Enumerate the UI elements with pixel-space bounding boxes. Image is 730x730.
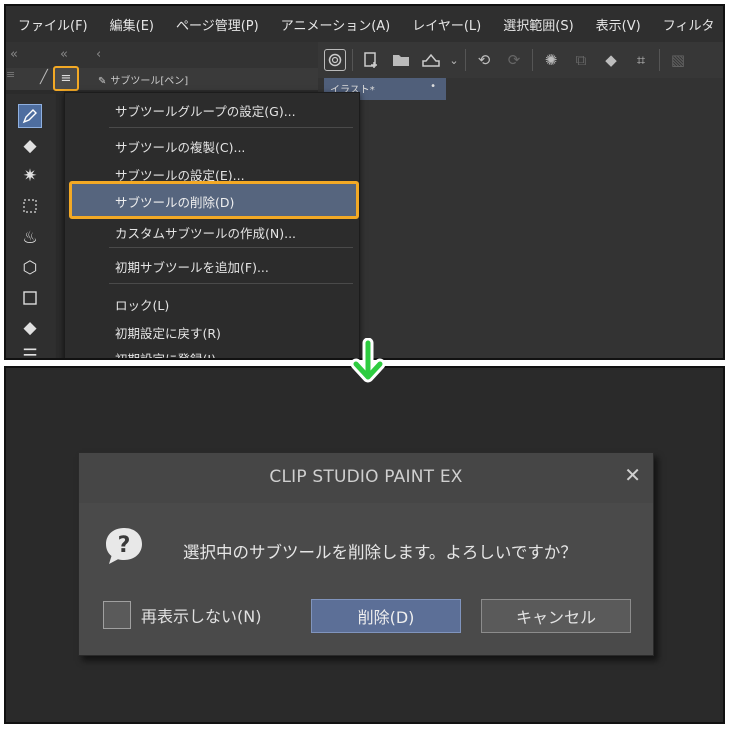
- subtool-menu-button[interactable]: ≡: [53, 66, 79, 91]
- dont-show-again-checkbox[interactable]: [103, 601, 131, 629]
- subtool-menu: サブツールグループの設定(G)... サブツールの複製(C)... サブツールの…: [64, 92, 360, 358]
- app-window-top: ファイル(F) 編集(E) ページ管理(P) アニメーション(A) レイヤー(L…: [4, 4, 725, 360]
- menu-item-group-settings[interactable]: サブツールグループの設定(G)...: [115, 101, 296, 120]
- selection-tool-icon[interactable]: [18, 194, 42, 218]
- menu-filter[interactable]: フィルタ: [652, 15, 723, 34]
- loading-icon[interactable]: ✺: [539, 48, 563, 72]
- dont-show-again-label[interactable]: 再表示しない(N): [141, 603, 261, 627]
- menu-separator: [109, 247, 353, 248]
- tool-palette: ◆ ✷ ♨ ⬡ ◆ ☰: [6, 94, 56, 358]
- menu-view[interactable]: 表示(V): [585, 15, 652, 34]
- menu-item-add-initial[interactable]: 初期サブツールを追加(F)...: [115, 257, 269, 276]
- clip-studio-icon[interactable]: [324, 49, 346, 71]
- menubar: ファイル(F) 編集(E) ページ管理(P) アニメーション(A) レイヤー(L…: [6, 6, 723, 42]
- svg-text:?: ?: [118, 533, 131, 558]
- dialog-backdrop: CLIP STUDIO PAINT EX ✕ ? 選択中のサブツールを削除します…: [4, 366, 725, 724]
- unsaved-dot-icon: •: [430, 81, 436, 92]
- fill-tool-icon[interactable]: ◆: [18, 316, 42, 340]
- question-icon: ?: [106, 528, 142, 564]
- menu-item-register-initial[interactable]: 初期設定に登録(I): [115, 349, 216, 358]
- eraser-tool-icon[interactable]: ◆: [18, 134, 42, 158]
- menu-item-lock[interactable]: ロック(L): [115, 295, 169, 314]
- crop-icon[interactable]: ⌗: [629, 48, 653, 72]
- delete-button[interactable]: 削除(D): [311, 599, 461, 633]
- menu-item-create-custom[interactable]: カスタムサブツールの作成(N)...: [115, 223, 296, 242]
- menu-item-reset[interactable]: 初期設定に戻す(R): [115, 323, 221, 342]
- cancel-button[interactable]: キャンセル: [481, 599, 631, 633]
- panel-nav: « « ‹: [6, 42, 318, 68]
- fill-icon[interactable]: ◆: [599, 48, 623, 72]
- menu-item-duplicate[interactable]: サブツールの複製(C)...: [115, 137, 245, 156]
- subtool-title: ✎ サブツール[ペン]: [98, 72, 188, 87]
- canvas-area[interactable]: [318, 78, 723, 358]
- redo-icon[interactable]: ⟳: [502, 48, 526, 72]
- frame-tool-icon[interactable]: [18, 286, 42, 310]
- collapse-mid-icon[interactable]: «: [60, 47, 68, 62]
- menu-layer[interactable]: レイヤー(L): [401, 15, 492, 34]
- open-folder-icon[interactable]: [389, 48, 413, 72]
- pen-small-icon: ╱: [40, 70, 48, 85]
- menu-item-delete[interactable]: サブツールの削除(D): [69, 181, 359, 219]
- menu-item-delete-label: サブツールの削除(D): [115, 195, 235, 210]
- menu-animation[interactable]: アニメーション(A): [270, 15, 402, 34]
- toolbar-separator: [465, 49, 466, 71]
- transform-icon[interactable]: ⧉: [569, 48, 593, 72]
- pen-tool-icon[interactable]: [18, 104, 42, 128]
- object-tool-icon[interactable]: ⬡: [18, 256, 42, 280]
- menu-file[interactable]: ファイル(F): [6, 15, 99, 34]
- confirm-dialog: CLIP STUDIO PAINT EX ✕ ? 選択中のサブツールを削除します…: [78, 452, 654, 656]
- menu-separator: [109, 283, 353, 284]
- command-icons: ⌄ ⟲ ⟳ ✺ ⧉ ◆ ⌗ ▧: [324, 47, 696, 73]
- menu-separator: [109, 127, 353, 128]
- menu-edit[interactable]: 編集(E): [99, 15, 165, 34]
- sparkle-tool-icon[interactable]: ✷: [18, 164, 42, 188]
- chevron-down-icon[interactable]: ⌄: [449, 48, 459, 72]
- new-file-icon[interactable]: [359, 48, 383, 72]
- toolbar-separator: [352, 49, 353, 71]
- panel-menu-icon[interactable]: ≡: [6, 68, 18, 90]
- pen-icon: ✎: [98, 76, 107, 87]
- dialog-body: ? 選択中のサブツールを削除します。よろしいですか？ 再表示しない(N) 削除(…: [79, 503, 653, 655]
- subtool-title-label: サブツール[ペン]: [110, 76, 189, 87]
- toolbar-separator: [659, 49, 660, 71]
- blend-tool-icon[interactable]: ♨: [18, 226, 42, 250]
- toolbar-separator: [532, 49, 533, 71]
- menu-selection[interactable]: 選択範囲(S): [492, 15, 584, 34]
- save-icon[interactable]: [419, 48, 443, 72]
- undo-icon[interactable]: ⟲: [472, 48, 496, 72]
- dialog-title: CLIP STUDIO PAINT EX: [269, 467, 463, 487]
- collapse-left-icon[interactable]: «: [10, 47, 18, 62]
- menu-page[interactable]: ページ管理(P): [165, 15, 270, 34]
- text-tool-icon[interactable]: ☰: [18, 344, 42, 358]
- grid-icon[interactable]: ▧: [666, 48, 690, 72]
- close-icon[interactable]: ✕: [624, 463, 641, 487]
- arrow-down-icon: [350, 338, 386, 383]
- dialog-message: 選択中のサブツールを削除します。よろしいですか？: [183, 543, 577, 562]
- back-icon[interactable]: ‹: [96, 47, 101, 62]
- hamburger-icon: ≡: [60, 71, 72, 86]
